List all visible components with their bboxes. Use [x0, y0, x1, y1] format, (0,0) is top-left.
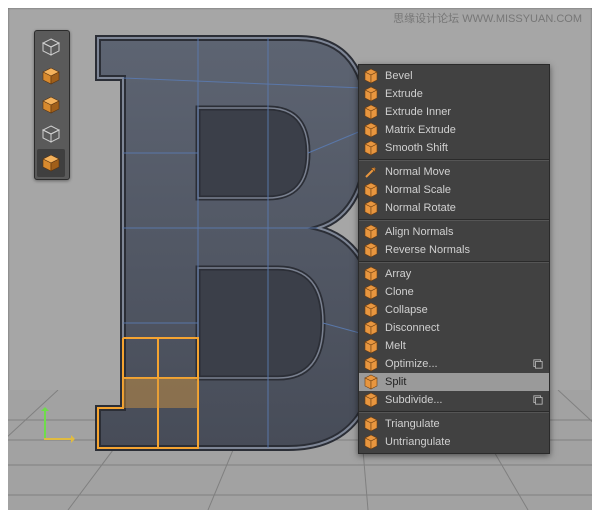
cube-icon: [363, 302, 379, 318]
menu-item-label: Bevel: [385, 70, 543, 82]
cube-icon: [363, 320, 379, 336]
cube-icon: [363, 434, 379, 450]
menu-separator: [359, 261, 549, 263]
cube-icon: [363, 416, 379, 432]
menu-item-label: Optimize...: [385, 358, 527, 370]
menu-item-label: Triangulate: [385, 418, 543, 430]
menu-item-optimize[interactable]: Optimize...: [359, 355, 549, 373]
submenu-icon: [533, 395, 543, 405]
menu-item-label: Align Normals: [385, 226, 543, 238]
menu-item-label: Split: [385, 376, 543, 388]
menu-item-label: Subdivide...: [385, 394, 527, 406]
cube-icon: [363, 242, 379, 258]
menu-item-label: Normal Rotate: [385, 202, 543, 214]
menu-item-label: Reverse Normals: [385, 244, 543, 256]
menu-item-label: Normal Scale: [385, 184, 543, 196]
menu-item-label: Collapse: [385, 304, 543, 316]
cube-icon: [363, 86, 379, 102]
axis-y-icon: [44, 408, 46, 440]
menu-item-normal-move[interactable]: Normal Move: [359, 163, 549, 181]
menu-item-label: Array: [385, 268, 543, 280]
mode-edge-button[interactable]: [37, 91, 65, 119]
mode-vertex-button[interactable]: [37, 62, 65, 90]
menu-item-label: Extrude Inner: [385, 106, 543, 118]
menu-item-normal-scale[interactable]: Normal Scale: [359, 181, 549, 199]
cube-icon: [363, 224, 379, 240]
menu-item-label: Disconnect: [385, 322, 543, 334]
axis-x-icon: [44, 438, 74, 440]
menu-item-melt[interactable]: Melt: [359, 337, 549, 355]
menu-item-label: Normal Move: [385, 166, 543, 178]
cube-icon: [363, 200, 379, 216]
menu-item-align-normals[interactable]: Align Normals: [359, 223, 549, 241]
cube-icon: [363, 356, 379, 372]
mode-face-button[interactable]: [37, 120, 65, 148]
mode-toolbar: [34, 30, 70, 180]
menu-item-collapse[interactable]: Collapse: [359, 301, 549, 319]
menu-separator: [359, 411, 549, 413]
cube-icon: [363, 392, 379, 408]
mode-element-button[interactable]: [37, 149, 65, 177]
cube-icon: [363, 284, 379, 300]
watermark-text: 思缘设计论坛 WWW.MISSYUAN.COM: [393, 10, 582, 26]
menu-item-label: Extrude: [385, 88, 543, 100]
menu-item-split[interactable]: Split: [359, 373, 549, 391]
cube-icon: [363, 104, 379, 120]
menu-item-matrix-extrude[interactable]: Matrix Extrude: [359, 121, 549, 139]
cube-icon: [363, 182, 379, 198]
menu-item-array[interactable]: Array: [359, 265, 549, 283]
viewport-3d[interactable]: 思缘设计论坛 WWW.MISSYUAN.COM: [8, 8, 592, 510]
context-menu: Bevel Extrude Extrude Inner Matrix Extrude S…: [358, 64, 550, 454]
menu-separator: [359, 159, 549, 161]
menu-separator: [359, 219, 549, 221]
axis-gizmo: [38, 400, 78, 440]
menu-item-clone[interactable]: Clone: [359, 283, 549, 301]
menu-item-extrude-inner[interactable]: Extrude Inner: [359, 103, 549, 121]
cube-icon: [363, 266, 379, 282]
menu-item-disconnect[interactable]: Disconnect: [359, 319, 549, 337]
menu-item-label: Melt: [385, 340, 543, 352]
menu-item-subdivide[interactable]: Subdivide...: [359, 391, 549, 409]
cube-icon: [363, 122, 379, 138]
mesh-letter-b[interactable]: [68, 28, 388, 458]
menu-item-label: Smooth Shift: [385, 142, 543, 154]
submenu-icon: [533, 359, 543, 369]
menu-item-reverse-normals[interactable]: Reverse Normals: [359, 241, 549, 259]
menu-item-untriangulate[interactable]: Untriangulate: [359, 433, 549, 451]
cube-icon: [363, 68, 379, 84]
menu-item-label: Clone: [385, 286, 543, 298]
menu-item-normal-rotate[interactable]: Normal Rotate: [359, 199, 549, 217]
mode-object-button[interactable]: [37, 33, 65, 61]
menu-item-smooth-shift[interactable]: Smooth Shift: [359, 139, 549, 157]
arrow-icon: [363, 164, 379, 180]
menu-item-label: Matrix Extrude: [385, 124, 543, 136]
menu-item-extrude[interactable]: Extrude: [359, 85, 549, 103]
menu-item-label: Untriangulate: [385, 436, 543, 448]
menu-item-bevel[interactable]: Bevel: [359, 67, 549, 85]
menu-item-triangulate[interactable]: Triangulate: [359, 415, 549, 433]
cube-icon: [363, 140, 379, 156]
cube-icon: [363, 338, 379, 354]
cube-icon: [363, 374, 379, 390]
